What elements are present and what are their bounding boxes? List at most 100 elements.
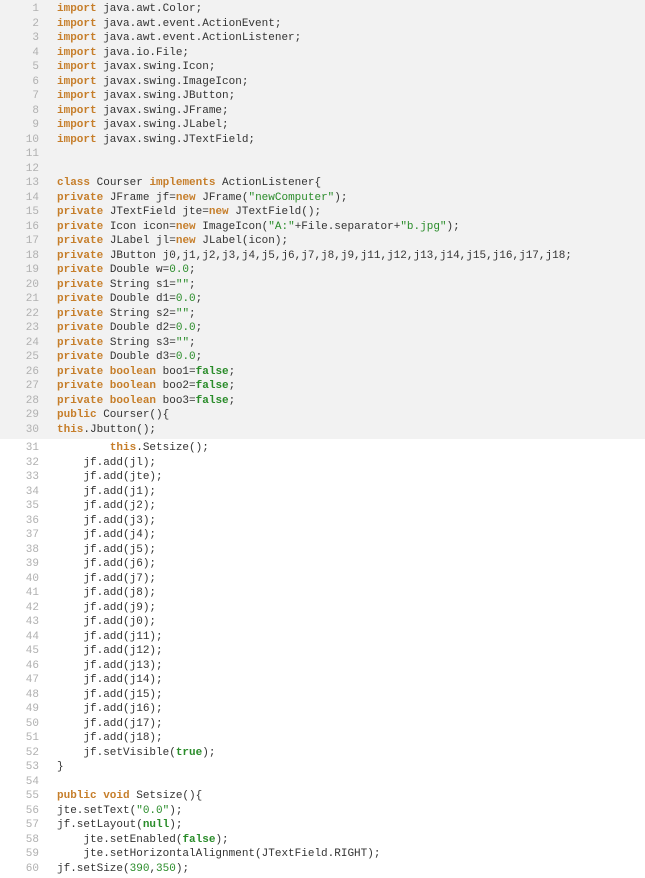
line-number: 17 xyxy=(0,234,45,249)
token-plain: JButton j0,j1,j2,j3,j4,j5,j6,j7,j8,j9,j1… xyxy=(103,250,572,262)
code-line: jf.add(j4); xyxy=(57,528,380,543)
token-num: 390 xyxy=(130,863,150,875)
token-plain: ; xyxy=(229,395,236,407)
token-kw: import xyxy=(57,47,97,59)
code-column: import java.awt.Color;import java.awt.ev… xyxy=(45,0,572,439)
line-number: 23 xyxy=(0,321,45,336)
token-plain: jf.add(j6); xyxy=(83,558,156,570)
token-plain: jf.add(j12); xyxy=(83,645,162,657)
token-plain: jf.setSize( xyxy=(57,863,130,875)
token-plain: boo2= xyxy=(156,380,196,392)
code-line: import javax.swing.JButton; xyxy=(57,89,572,104)
code-line xyxy=(57,147,572,162)
token-plain: jf.add(j9); xyxy=(83,602,156,614)
code-line xyxy=(57,775,380,790)
code-line: jf.add(j2); xyxy=(57,499,380,514)
line-number: 1 xyxy=(0,2,45,17)
token-plain: JTextField jte= xyxy=(103,206,209,218)
token-plain: String s2= xyxy=(103,308,176,320)
line-number: 16 xyxy=(0,220,45,235)
token-str: "" xyxy=(176,337,189,349)
line-number: 11 xyxy=(0,147,45,162)
token-str: "b.jpg" xyxy=(400,221,446,233)
code-line: jf.add(j12); xyxy=(57,644,380,659)
code-line: private String s2=""; xyxy=(57,307,572,322)
line-number: 22 xyxy=(0,307,45,322)
token-plain: jf.add(j17); xyxy=(83,718,162,730)
token-plain: } xyxy=(57,761,64,773)
token-plain: jf.add(j1); xyxy=(83,486,156,498)
line-number: 54 xyxy=(0,775,45,790)
code-line: import java.io.File; xyxy=(57,46,572,61)
token-kw: import xyxy=(57,90,97,102)
token-plain: jte.setEnabled( xyxy=(83,834,182,846)
token-num: 0.0 xyxy=(169,264,189,276)
line-number: 58 xyxy=(0,833,45,848)
token-plain: javax.swing.ImageIcon; xyxy=(97,76,249,88)
token-plain: Icon icon= xyxy=(103,221,176,233)
line-number: 43 xyxy=(0,615,45,630)
token-bool: true xyxy=(176,747,202,759)
token-plain: javax.swing.JFrame; xyxy=(97,105,229,117)
line-number: 44 xyxy=(0,630,45,645)
code-line: jte.setEnabled(false); xyxy=(57,833,380,848)
code-line: private String s3=""; xyxy=(57,336,572,351)
code-line: private Double w=0.0; xyxy=(57,263,572,278)
token-plain: jte.setText( xyxy=(57,805,136,817)
line-number: 26 xyxy=(0,365,45,380)
token-plain: JLabel(icon); xyxy=(196,235,288,247)
token-kw: new xyxy=(209,206,229,218)
line-number: 50 xyxy=(0,717,45,732)
token-kw: import xyxy=(57,119,97,131)
token-kw: new xyxy=(176,221,196,233)
token-plain: JTextField(); xyxy=(229,206,321,218)
token-str: "A:" xyxy=(268,221,294,233)
line-number: 34 xyxy=(0,485,45,500)
token-plain: javax.swing.Icon; xyxy=(97,61,216,73)
token-plain: Courser xyxy=(90,177,149,189)
code-line: import java.awt.event.ActionEvent; xyxy=(57,17,572,32)
code-line: jf.add(j18); xyxy=(57,731,380,746)
line-number: 29 xyxy=(0,408,45,423)
token-plain: Courser(){ xyxy=(97,409,170,421)
token-plain: .Setsize(); xyxy=(136,442,209,454)
token-plain: ; xyxy=(189,264,196,276)
code-line: jte.setHorizontalAlignment(JTextField.RI… xyxy=(57,847,380,862)
line-number-gutter: 1234567891011121314151617181920212223242… xyxy=(0,0,45,439)
line-number-gutter: 3132333435363738394041424344454647484950… xyxy=(0,439,45,878)
line-number: 56 xyxy=(0,804,45,819)
token-plain: Setsize(){ xyxy=(130,790,203,802)
code-line: jf.add(j13); xyxy=(57,659,380,674)
line-number: 53 xyxy=(0,760,45,775)
token-plain: jf.add(j13); xyxy=(83,660,162,672)
token-plain: ); xyxy=(169,805,182,817)
token-kw: private xyxy=(57,337,103,349)
token-kw: private xyxy=(57,221,103,233)
token-kw: import xyxy=(57,32,97,44)
token-plain: jf.setVisible( xyxy=(83,747,175,759)
token-plain: jf.add(j3); xyxy=(83,515,156,527)
token-plain: javax.swing.JLabel; xyxy=(97,119,229,131)
line-number: 37 xyxy=(0,528,45,543)
code-line: import javax.swing.JTextField; xyxy=(57,133,572,148)
code-line: jf.add(jte); xyxy=(57,470,380,485)
code-line: jf.add(j0); xyxy=(57,615,380,630)
code-line: private boolean boo1=false; xyxy=(57,365,572,380)
token-num: 0.0 xyxy=(176,293,196,305)
line-number: 38 xyxy=(0,543,45,558)
token-bool: false xyxy=(196,380,229,392)
line-number: 10 xyxy=(0,133,45,148)
token-kw: implements xyxy=(149,177,215,189)
token-plain: jf.add(j15); xyxy=(83,689,162,701)
line-number: 42 xyxy=(0,601,45,616)
line-number: 40 xyxy=(0,572,45,587)
line-number: 7 xyxy=(0,89,45,104)
token-plain: jf.setLayout( xyxy=(57,819,143,831)
token-plain: ); xyxy=(169,819,182,831)
code-line: private JTextField jte=new JTextField(); xyxy=(57,205,572,220)
token-plain: Double d3= xyxy=(103,351,176,363)
token-plain: ; xyxy=(196,322,203,334)
token-plain: jf.add(j0); xyxy=(83,616,156,628)
code-line: public Courser(){ xyxy=(57,408,572,423)
code-line: jf.add(j6); xyxy=(57,557,380,572)
